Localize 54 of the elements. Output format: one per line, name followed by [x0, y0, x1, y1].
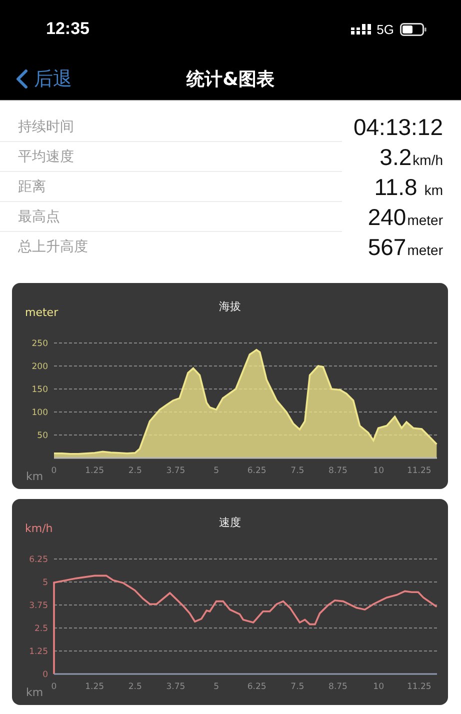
axis-tick-label: 50: [37, 431, 48, 441]
axis-tick-label: 250: [32, 339, 48, 349]
axis-tick-label: 1.25: [29, 647, 48, 657]
stat-label: 最高点: [18, 208, 60, 226]
status-time: 12:35: [46, 19, 90, 39]
axis-tick-label: 6.25: [247, 682, 266, 692]
axis-tick-label: 2.5: [34, 624, 48, 634]
axis-tick-label: 3.75: [166, 682, 186, 692]
axis-tick-label: 5: [214, 466, 219, 476]
stat-label: 平均速度: [18, 148, 74, 166]
signal-icon: [350, 24, 373, 34]
stat-value: 567 meter: [368, 234, 443, 260]
chart-title: 速度: [219, 516, 241, 529]
chart-title: 海拔: [219, 300, 241, 313]
axis-tick-label: 1.25: [85, 466, 104, 476]
battery-icon: [400, 22, 427, 36]
axis-tick-label: 5: [42, 578, 48, 588]
stat-label: 总上升高度: [18, 238, 88, 256]
axis-tick-label: 200: [32, 362, 48, 372]
stat-value: 04:13:12: [353, 114, 443, 140]
axis-unit-label: km: [26, 686, 44, 699]
axis-tick-label: 10: [373, 466, 384, 476]
axis-tick-label: 5: [214, 682, 219, 692]
axis-tick-label: 0: [51, 682, 57, 692]
axis-tick-label: 3.75: [166, 466, 186, 476]
axis-tick-label: 1.25: [85, 682, 104, 692]
axis-unit-label: meter: [25, 306, 58, 319]
axis-tick-label: 2.5: [128, 466, 142, 476]
axis-tick-label: 8.75: [328, 682, 348, 692]
axis-tick-label: 6.25: [29, 555, 48, 565]
axis-tick-label: 7.5: [290, 682, 304, 692]
axis-tick-label: 11.25: [406, 466, 432, 476]
stat-value: 3.2 km/h: [380, 144, 443, 170]
axis-tick-label: 0: [51, 466, 57, 476]
axis-tick-label: 150: [32, 385, 48, 395]
axis-tick-label: 0: [42, 670, 48, 680]
axis-tick-label: 100: [32, 408, 48, 418]
network-label: 5G: [376, 22, 394, 36]
back-button[interactable]: 后退: [16, 66, 72, 92]
axis-unit-label: km/h: [25, 522, 53, 535]
axis-tick-label: 2.5: [128, 682, 142, 692]
page-title: 统计&图表: [186, 68, 274, 91]
axis-tick-label: 11.25: [406, 682, 432, 692]
axis-tick-label: 3.75: [29, 601, 48, 611]
axis-tick-label: 8.75: [328, 466, 348, 476]
stat-label: 距离: [18, 178, 46, 196]
axis-tick-label: 10: [373, 682, 384, 692]
stat-value: 240meter: [368, 204, 443, 230]
stat-label: 持续时间: [18, 118, 74, 136]
chevron-left-icon: [16, 69, 28, 89]
axis-tick-label: 6.25: [247, 466, 266, 476]
stat-value: 11.8 km: [374, 174, 443, 200]
axis-tick-label: 7.5: [290, 466, 304, 476]
axis-unit-label: km: [26, 470, 44, 483]
